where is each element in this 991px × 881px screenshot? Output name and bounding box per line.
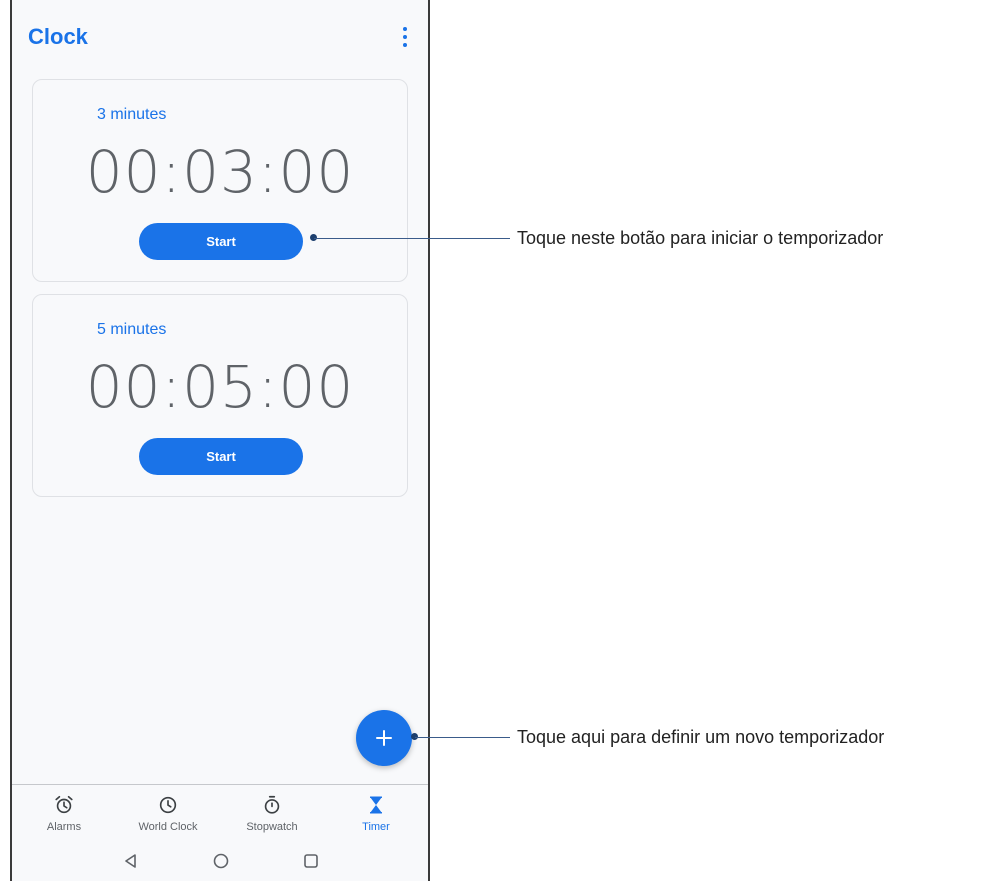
start-button[interactable]: Start xyxy=(139,438,303,475)
timer-card[interactable]: 5 minutes 00:05:00 Start xyxy=(32,294,408,497)
start-button[interactable]: Start xyxy=(139,223,303,260)
clock-icon xyxy=(159,796,177,814)
bottom-navigation: Alarms World Clock Stopwatch Timer xyxy=(12,784,428,840)
tab-label: Timer xyxy=(362,821,390,833)
timer-time: 00:05:00 xyxy=(85,353,355,421)
tab-label: Stopwatch xyxy=(246,821,298,833)
back-icon[interactable] xyxy=(120,850,142,872)
home-icon[interactable] xyxy=(210,850,232,872)
system-navigation-bar xyxy=(12,840,428,881)
stopwatch-icon xyxy=(264,795,280,814)
phone-screen: Clock 3 minutes 00:03:00 Start 5 minutes… xyxy=(10,0,430,881)
callout-line xyxy=(314,238,510,239)
callout-line xyxy=(415,737,510,738)
add-timer-button[interactable] xyxy=(356,710,412,766)
alarm-icon xyxy=(55,795,73,814)
app-title: Clock xyxy=(28,24,88,49)
timer-label: 3 minutes xyxy=(97,106,167,123)
timer-card[interactable]: 3 minutes 00:03:00 Start xyxy=(32,79,408,282)
recents-icon[interactable] xyxy=(300,850,322,872)
tab-alarms[interactable]: Alarms xyxy=(12,785,116,840)
tab-timer[interactable]: Timer xyxy=(324,785,428,840)
tab-stopwatch[interactable]: Stopwatch xyxy=(220,785,324,840)
app-bar: Clock xyxy=(12,0,428,72)
add-button-annotation: Toque aqui para definir um novo temporiz… xyxy=(517,727,885,747)
tab-label: Alarms xyxy=(46,821,82,833)
tab-label: World Clock xyxy=(138,821,198,833)
tab-world-clock[interactable]: World Clock xyxy=(116,785,220,840)
timer-label: 5 minutes xyxy=(97,321,167,338)
plus-icon xyxy=(376,730,392,746)
timer-time: 00:03:00 xyxy=(85,138,355,206)
more-options-icon[interactable] xyxy=(400,27,410,47)
start-button-annotation: Toque neste botão para iniciar o tempori… xyxy=(517,228,884,248)
hourglass-icon xyxy=(370,796,382,814)
